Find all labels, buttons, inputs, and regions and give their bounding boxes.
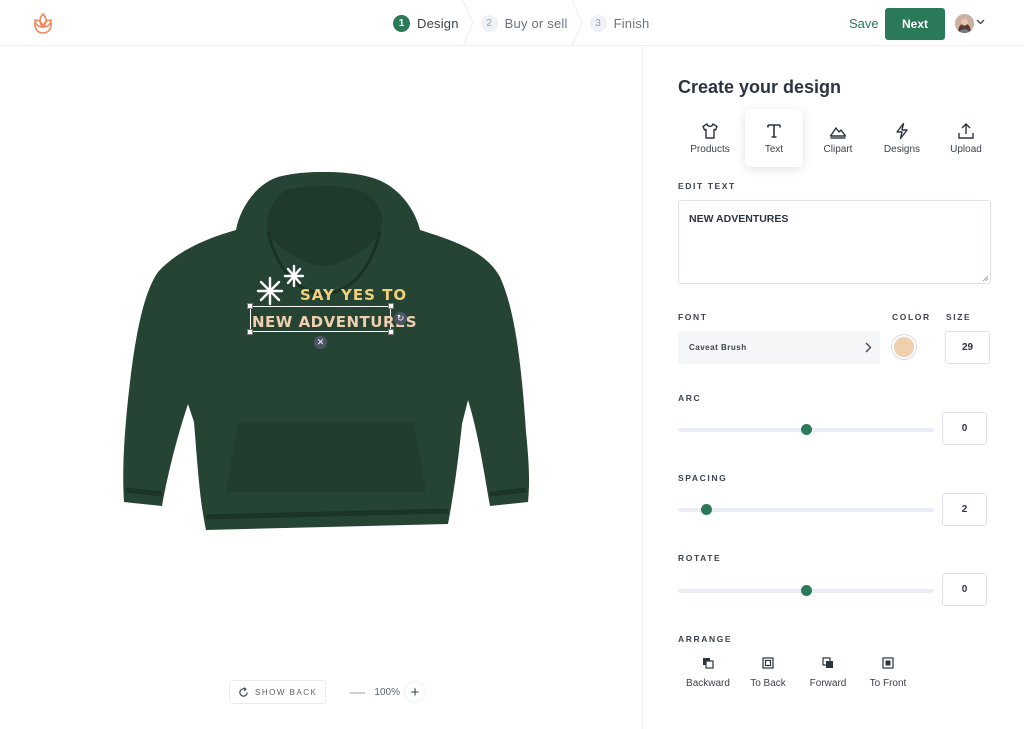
step-label: Finish: [613, 15, 650, 31]
design-panel: Create your design Products Text Clipart…: [642, 47, 1024, 729]
spacing-label: SPACING: [678, 473, 728, 483]
resize-grip-icon[interactable]: [982, 275, 988, 281]
size-label: SIZE: [946, 312, 972, 322]
tab-designs[interactable]: Designs: [870, 109, 934, 167]
tshirt-icon: [702, 122, 718, 139]
step-finish[interactable]: 3 Finish: [582, 0, 664, 46]
tab-label: Upload: [950, 143, 982, 155]
rotate-handle-icon[interactable]: ↻: [394, 312, 407, 325]
font-value: Caveat Brush: [689, 343, 747, 352]
arrange-label-text: To Back: [750, 678, 786, 689]
step-number: 3: [589, 14, 607, 32]
text-icon: [767, 123, 781, 138]
top-header: 1 Design 2 Buy or sell 3 Finish Save Nex…: [0, 0, 1024, 46]
to-front-button[interactable]: To Front: [858, 657, 918, 689]
upload-icon: [958, 122, 974, 139]
step-number: 2: [480, 14, 498, 32]
size-input[interactable]: 29: [945, 331, 990, 364]
arc-input[interactable]: 0: [942, 412, 987, 445]
avatar-image-icon: [955, 14, 974, 33]
resize-handle-bottom-right[interactable]: [388, 329, 394, 335]
edit-text-label: EDIT TEXT: [678, 181, 736, 191]
rotate-slider[interactable]: [678, 585, 934, 596]
zoom-level: 100%: [374, 686, 400, 698]
step-buy-or-sell[interactable]: 2 Buy or sell: [473, 0, 583, 46]
canvas-toolbar: SHOW BACK — 100% +: [229, 680, 426, 704]
spacing-slider[interactable]: [678, 504, 934, 515]
to-front-icon: [882, 657, 894, 669]
tab-label: Clipart: [823, 143, 853, 155]
spacing-slider-handle[interactable]: [701, 504, 713, 515]
to-back-icon: [762, 657, 774, 669]
arc-slider[interactable]: [678, 424, 934, 435]
edit-text-value: NEW ADVENTURES: [689, 213, 789, 225]
step-number: 1: [393, 14, 410, 32]
zoom-in-button[interactable]: +: [403, 681, 426, 703]
rotate-label: ROTATE: [678, 553, 722, 563]
text-design-layer[interactable]: SAY YES TO NEW ADVENTURES ↻ ✕: [247, 262, 417, 372]
arrange-label-text: To Front: [869, 678, 907, 689]
to-back-button[interactable]: To Back: [738, 657, 798, 689]
design-canvas: SAY YES TO NEW ADVENTURES ↻ ✕ SHOW BACK …: [0, 47, 642, 729]
font-label: FONT: [678, 312, 708, 322]
arc-slider-handle[interactable]: [801, 424, 812, 435]
color-swatch[interactable]: [892, 335, 916, 359]
backward-icon: [703, 658, 714, 669]
delete-handle-icon[interactable]: ✕: [314, 336, 327, 349]
rotate-input[interactable]: 0: [942, 573, 987, 606]
save-button[interactable]: Save: [849, 16, 879, 31]
arc-label: ARC: [678, 393, 702, 403]
step-label: Design: [417, 15, 459, 31]
tab-products[interactable]: Products: [678, 109, 742, 167]
next-button[interactable]: Next: [885, 8, 945, 40]
lightning-icon: [896, 122, 908, 139]
design-text-line-1: SAY YES TO: [300, 286, 408, 304]
lotus-logo-icon[interactable]: [30, 11, 56, 37]
refresh-icon: [239, 686, 248, 697]
forward-icon: [822, 657, 833, 668]
tab-upload[interactable]: Upload: [934, 109, 998, 167]
forward-button[interactable]: Forward: [798, 657, 858, 689]
tab-label: Designs: [883, 143, 921, 155]
rotate-slider-handle[interactable]: [801, 585, 812, 596]
show-back-button[interactable]: SHOW BACK: [229, 680, 327, 704]
resize-handle-bottom-left[interactable]: [247, 329, 253, 335]
user-avatar[interactable]: [955, 14, 974, 33]
step-nav: 1 Design 2 Buy or sell 3 Finish: [385, 0, 663, 46]
arrange-label-text: Forward: [809, 678, 847, 689]
zoom-out-button[interactable]: —: [346, 681, 368, 703]
tab-clipart[interactable]: Clipart: [806, 109, 870, 167]
spacing-input[interactable]: 2: [942, 493, 987, 526]
color-label: COLOR: [892, 312, 931, 322]
step-design[interactable]: 1 Design: [385, 0, 474, 46]
panel-title: Create your design: [678, 77, 842, 97]
backward-button[interactable]: Backward: [678, 657, 738, 689]
tab-text[interactable]: Text: [745, 109, 803, 167]
show-back-label: SHOW BACK: [255, 687, 318, 697]
tool-tabs: Products Text Clipart Designs Upload: [678, 109, 998, 167]
tab-label: Text: [764, 143, 784, 155]
step-label: Buy or sell: [504, 15, 568, 31]
resize-handle-top-right[interactable]: [388, 303, 394, 309]
arrange-buttons: Backward To Back Forward To Front: [678, 657, 918, 689]
tab-label: Products: [690, 143, 730, 155]
arrange-label-text: Backward: [686, 678, 730, 689]
edit-text-input[interactable]: NEW ADVENTURES: [678, 200, 991, 284]
font-select[interactable]: Caveat Brush: [678, 331, 880, 364]
chevron-right-icon: [865, 342, 872, 353]
resize-handle-top-left[interactable]: [247, 303, 253, 309]
chevron-down-icon[interactable]: [976, 19, 985, 25]
mountain-icon: [829, 126, 847, 139]
arrange-label: ARRANGE: [678, 634, 733, 644]
